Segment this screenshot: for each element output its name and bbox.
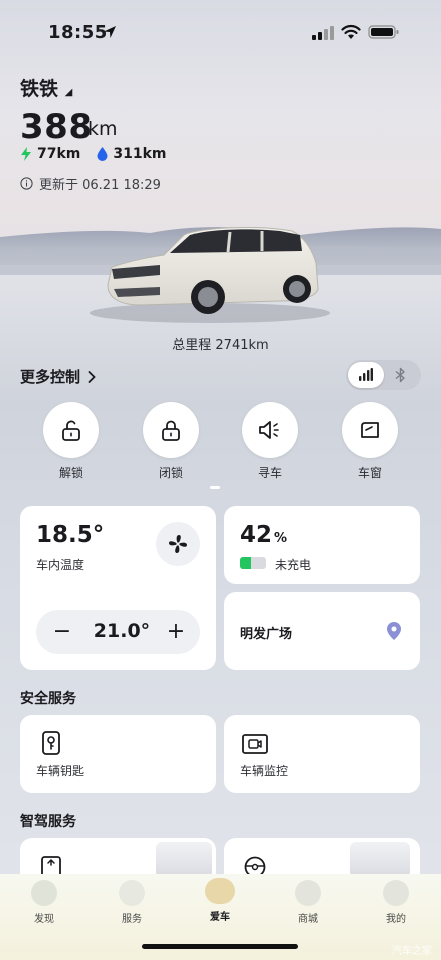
- car-key-icon: [42, 731, 60, 755]
- battery-icon: [368, 25, 399, 39]
- smart-driving-section-title: 智驾服务: [20, 814, 76, 830]
- nav-discover[interactable]: 发现: [9, 880, 79, 925]
- cellular-mode-option[interactable]: [348, 362, 384, 388]
- horn-icon: [259, 421, 279, 439]
- electric-range: 77km: [37, 146, 81, 162]
- safety-section-title: 安全服务: [20, 691, 76, 707]
- unlock-icon: [62, 420, 80, 441]
- range-breakdown: 77km 311km: [20, 146, 167, 162]
- fan-button[interactable]: [156, 522, 200, 566]
- window-icon: [361, 422, 379, 438]
- nav-service-label: 服务: [122, 914, 142, 925]
- fuel-range: 311km: [113, 146, 167, 162]
- wifi-icon: [341, 24, 361, 39]
- unlock-button[interactable]: [43, 402, 99, 458]
- nav-my-car-label: 爱车: [210, 912, 230, 923]
- location-name: 明发广场: [240, 627, 293, 642]
- smart-service-thumbnail-1: [156, 842, 212, 878]
- nav-service[interactable]: 服务: [97, 880, 167, 925]
- battery-percent-unit: %: [274, 531, 288, 546]
- charging-status: 未充电: [275, 558, 312, 572]
- more-controls-link[interactable]: 更多控制: [20, 366, 96, 387]
- car-name[interactable]: 铁铁 ◢: [20, 74, 72, 101]
- find-car-button[interactable]: [242, 402, 298, 458]
- unlock-label: 解锁: [58, 466, 83, 480]
- nav-mine-label: 我的: [386, 914, 406, 925]
- my-car-icon: [205, 878, 235, 904]
- chevron-right-icon: [88, 370, 96, 383]
- vehicle-key-label: 车辆钥匙: [36, 764, 85, 778]
- lock-icon: [162, 420, 180, 441]
- nav-mine[interactable]: 我的: [361, 880, 431, 925]
- set-temp-value: 21.0°: [93, 620, 151, 642]
- find-car-label: 寻车: [257, 466, 282, 480]
- cellular-signal-icon: [312, 26, 334, 40]
- temp-increase-button[interactable]: +: [164, 618, 188, 646]
- nav-discover-label: 发现: [34, 914, 54, 925]
- page-indicator: [210, 486, 220, 489]
- update-time-row: 更新于 06.21 18:29: [20, 174, 161, 193]
- battery-percent-value: 42: [240, 522, 273, 548]
- total-range-value: 388: [20, 107, 93, 147]
- smart-service-thumbnail-2: [350, 842, 410, 878]
- monitor-camera-icon: [242, 734, 268, 754]
- nav-mall-label: 商城: [298, 914, 318, 925]
- bluetooth-icon[interactable]: [395, 367, 406, 383]
- lock-button[interactable]: [143, 402, 199, 458]
- home-indicator: [142, 944, 298, 949]
- inner-temp-label: 车内温度: [36, 558, 85, 572]
- fan-icon: [169, 535, 187, 553]
- location-arrow-icon: [104, 26, 116, 38]
- dropdown-tick-icon: ◢: [64, 87, 73, 98]
- watermark: 汽车之家: [392, 946, 432, 957]
- discover-icon: [31, 880, 57, 906]
- mine-icon: [383, 880, 409, 906]
- car-name-label: 铁铁: [20, 78, 59, 100]
- more-controls-label: 更多控制: [20, 368, 81, 386]
- lightning-icon: [21, 147, 31, 161]
- battery-percent: 42 %: [240, 522, 287, 548]
- fuel-drop-icon: [97, 147, 108, 161]
- window-button[interactable]: [342, 402, 398, 458]
- status-time: 18:55: [48, 22, 108, 43]
- total-range-unit: km: [88, 118, 118, 140]
- window-label: 车窗: [357, 466, 382, 480]
- lock-label: 闭锁: [158, 466, 183, 480]
- temp-decrease-button[interactable]: −: [50, 618, 74, 646]
- nav-mall[interactable]: 商城: [273, 880, 343, 925]
- nav-my-car[interactable]: 爱车: [185, 878, 255, 923]
- service-icon: [119, 880, 145, 906]
- info-icon: [20, 177, 33, 190]
- inner-temp-value: 18.5°: [36, 522, 105, 548]
- signal-bars-icon: [359, 368, 373, 381]
- battery-level-fill: [240, 557, 251, 569]
- mall-icon: [295, 880, 321, 906]
- vehicle-monitor-label: 车辆监控: [240, 764, 289, 778]
- odometer: 总里程 2741km: [172, 338, 269, 353]
- battery-level-bar: [240, 557, 266, 569]
- update-time: 更新于 06.21 18:29: [39, 178, 161, 193]
- location-pin-icon: [387, 622, 401, 640]
